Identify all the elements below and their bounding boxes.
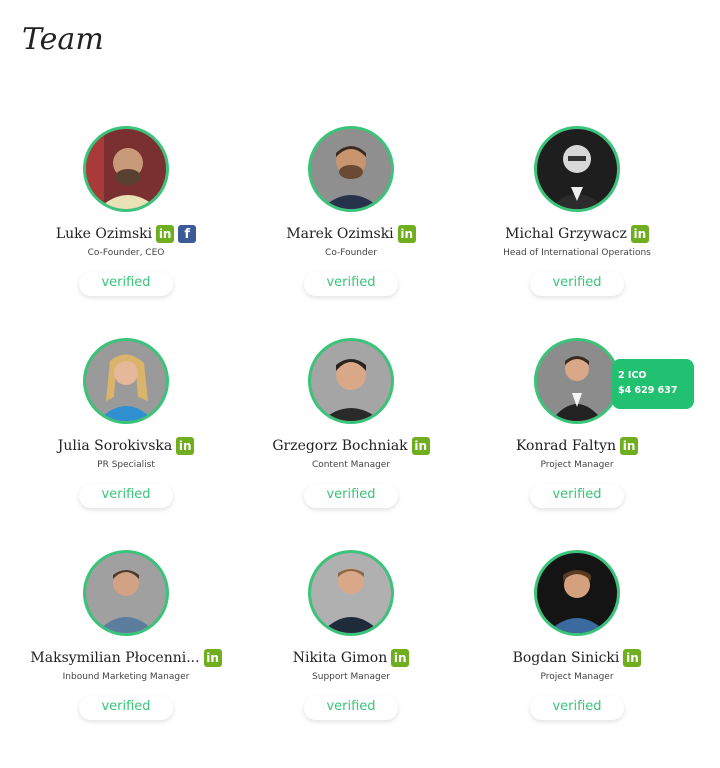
avatar[interactable]: [534, 338, 620, 424]
avatar[interactable]: [534, 550, 620, 636]
avatar[interactable]: [308, 126, 394, 212]
avatar[interactable]: [83, 550, 169, 636]
linkedin-icon[interactable]: in: [391, 649, 410, 667]
linkedin-icon[interactable]: in: [397, 225, 416, 243]
member-name: Maksymilian Płocenni...: [30, 650, 200, 666]
team-member-card: Michal Grzywacz in Head of International…: [477, 126, 677, 296]
verified-badge: verified: [304, 484, 398, 508]
member-role: Co-Founder: [325, 248, 377, 258]
member-role: Content Manager: [311, 460, 391, 470]
avatar[interactable]: [83, 126, 169, 212]
linkedin-icon[interactable]: in: [203, 649, 222, 667]
verified-badge: verified: [530, 484, 624, 508]
verified-badge: verified: [79, 484, 173, 508]
member-name: Grzegorz Bochniak: [272, 438, 408, 454]
team-member-card: Nikita Gimon in Support Manager verified: [251, 550, 451, 720]
team-member-card: Marek Ozimski in Co-Founder verified: [251, 126, 451, 296]
member-name: Julia Sorokivska: [57, 438, 173, 454]
verified-badge: verified: [304, 696, 398, 720]
team-member-card: Luke Ozimski in f Co-Founder, CEO verifi…: [26, 126, 226, 296]
member-role: PR Specialist: [97, 460, 155, 470]
linkedin-icon[interactable]: in: [620, 437, 639, 455]
member-name: Nikita Gimon: [292, 650, 388, 666]
member-name: Bogdan Sinicki: [512, 650, 620, 666]
verified-badge: verified: [304, 272, 398, 296]
verified-badge: verified: [79, 272, 173, 296]
linkedin-icon[interactable]: in: [623, 649, 642, 667]
member-name: Konrad Faltyn: [515, 438, 617, 454]
avatar[interactable]: [534, 126, 620, 212]
linkedin-icon[interactable]: in: [156, 225, 175, 243]
member-role: Project Manager: [540, 672, 614, 682]
avatar[interactable]: [83, 338, 169, 424]
team-member-card: Bogdan Sinicki in Project Manager verifi…: [477, 550, 677, 720]
member-name: Michal Grzywacz: [505, 226, 627, 242]
team-member-card: Maksymilian Płocenni... in Inbound Marke…: [26, 550, 226, 720]
ico-amount: $4 629 637: [618, 385, 678, 396]
avatar[interactable]: [308, 338, 394, 424]
member-role: Project Manager: [540, 460, 614, 470]
ico-count: 2 ICO: [618, 370, 647, 381]
member-role: Head of International Operations: [503, 248, 651, 258]
member-name: Marek Ozimski: [286, 226, 394, 242]
linkedin-icon[interactable]: in: [176, 437, 195, 455]
member-role: Co-Founder, CEO: [87, 248, 165, 258]
avatar[interactable]: [308, 550, 394, 636]
page-title: Team: [22, 22, 104, 57]
facebook-icon[interactable]: f: [178, 225, 197, 243]
linkedin-icon[interactable]: in: [411, 437, 430, 455]
team-member-card: Julia Sorokivska in PR Specialist verifi…: [26, 338, 226, 508]
team-member-card: Grzegorz Bochniak in Content Manager ver…: [251, 338, 451, 508]
verified-badge: verified: [530, 696, 624, 720]
ico-stats-badge[interactable]: 2 ICO $4 629 637: [612, 359, 694, 409]
member-role: Support Manager: [312, 672, 390, 682]
verified-badge: verified: [530, 272, 624, 296]
member-name: Luke Ozimski: [55, 226, 153, 242]
linkedin-icon[interactable]: in: [630, 225, 649, 243]
verified-badge: verified: [79, 696, 173, 720]
member-role: Inbound Marketing Manager: [62, 672, 190, 682]
